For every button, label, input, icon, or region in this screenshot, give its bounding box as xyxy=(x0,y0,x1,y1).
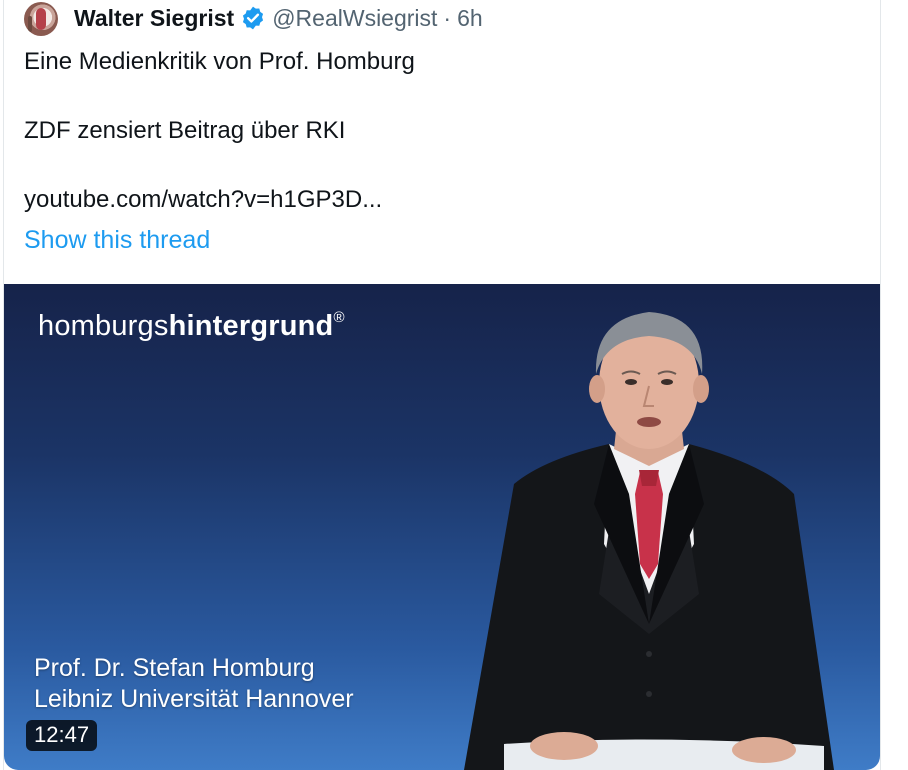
tweet-text-line: ZDF zensiert Beitrag über RKI xyxy=(24,117,346,144)
speaker-name-caption: Prof. Dr. Stefan Homburg xyxy=(34,654,315,682)
speaker-image xyxy=(464,312,834,770)
brand-logo: homburgshintergrund® xyxy=(38,309,345,343)
speaker-affiliation-caption: Leibniz Universität Hannover xyxy=(34,685,354,713)
tweet-timestamp[interactable]: 6h xyxy=(457,5,483,32)
avatar[interactable] xyxy=(24,0,64,36)
author-handle[interactable]: @RealWsiegrist xyxy=(272,5,437,32)
author-name[interactable]: Walter Siegrist xyxy=(74,5,234,32)
tweet-text-line: Eine Medienkritik von Prof. Homburg xyxy=(24,48,415,75)
video-duration-badge: 12:47 xyxy=(26,720,98,751)
brand-logo-bold: hintergrund xyxy=(168,310,334,342)
video-thumbnail[interactable]: homburgshintergrund® Prof. Dr. Stefan Ho… xyxy=(4,284,880,770)
header-separator: · xyxy=(443,4,452,31)
tweet-link-text[interactable]: youtube.com/watch?v=h1GP3D... xyxy=(24,186,382,214)
brand-logo-light: homburgs xyxy=(38,310,169,342)
verified-badge-icon xyxy=(243,6,264,30)
tweet-header: Walter Siegrist @RealWsiegrist · 6h xyxy=(24,0,483,36)
show-thread-link[interactable]: Show this thread xyxy=(24,226,210,255)
tweet-card[interactable]: Walter Siegrist @RealWsiegrist · 6h Eine… xyxy=(3,0,881,770)
registered-mark: ® xyxy=(333,309,345,327)
